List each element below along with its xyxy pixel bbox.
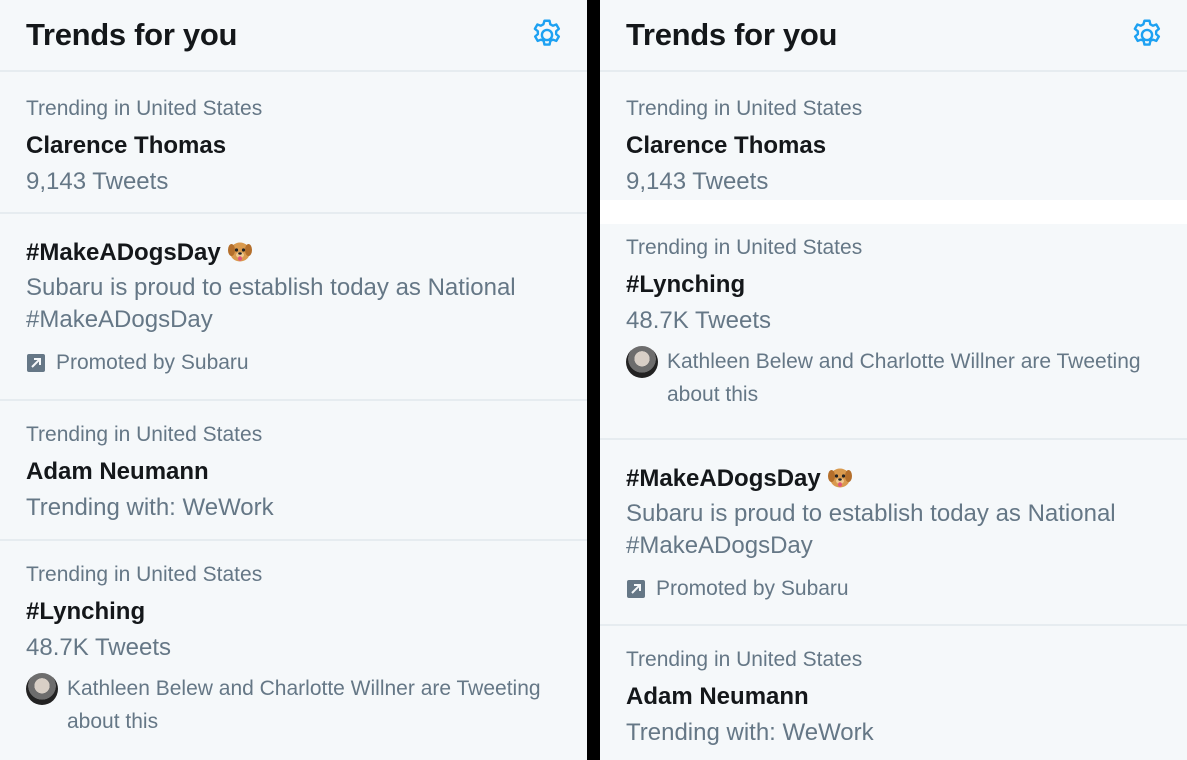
avatar [26, 673, 58, 705]
promoted-trend-item[interactable]: #MakeADogsDay Subaru is proud to establi… [600, 440, 1187, 626]
trends-title: Trends for you [26, 17, 238, 52]
tweeting-text: Kathleen Belew and Charlotte Willner are… [667, 350, 1141, 406]
trend-name: #MakeADogsDay [26, 239, 221, 266]
trend-name: Clarence Thomas [26, 132, 227, 159]
trend-tweet-count: 9,143 Tweets [26, 168, 169, 195]
trend-related: Trending with: WeWork [26, 494, 274, 521]
trend-item[interactable]: Trending in United States #Lynching 48.7… [600, 224, 1187, 440]
trends-panel-right: Trends for you Trending in United States… [600, 0, 1187, 760]
trend-description: Subaru is proud to establish today as Na… [626, 500, 1116, 559]
trend-name: #MakeADogsDay [626, 465, 821, 492]
trends-title: Trends for you [626, 17, 838, 52]
trend-context: Trending in United States [26, 423, 263, 446]
trend-context: Trending in United States [26, 563, 263, 586]
promoted-arrow-icon [27, 354, 45, 372]
trend-context: Trending in United States [26, 97, 263, 120]
promoted-by-text: Promoted by Subaru [56, 351, 249, 374]
trend-item[interactable]: Trending in United States Adam Neumann T… [600, 626, 1187, 760]
trend-tweet-count: 9,143 Tweets [626, 168, 769, 195]
trend-tweet-count: 48.7K Tweets [626, 307, 771, 334]
tweeting-text: Kathleen Belew and Charlotte Willner are… [67, 677, 541, 733]
trend-context: Trending in United States [626, 97, 863, 120]
trend-tweet-count: 48.7K Tweets [26, 634, 171, 661]
tweeting-about: Kathleen Belew and Charlotte Willner are… [626, 346, 1161, 411]
tweeting-about: Kathleen Belew and Charlotte Willner are… [26, 673, 561, 738]
trend-name: Clarence Thomas [626, 132, 827, 159]
trend-item[interactable]: Trending in United States Adam Neumann T… [0, 401, 587, 541]
dog-face-emoji-icon [827, 468, 852, 488]
gear-icon[interactable] [529, 17, 565, 53]
promoted-arrow-icon [627, 580, 645, 598]
trend-item[interactable]: Trending in United States Clarence Thoma… [600, 72, 1187, 200]
promoted-trend-item[interactable]: #MakeADogsDay Subaru is proud to establi… [0, 214, 587, 401]
promoted-label[interactable]: Promoted by Subaru [626, 576, 1161, 602]
trend-name: Adam Neumann [26, 458, 209, 485]
trend-context: Trending in United States [626, 236, 863, 259]
promoted-label[interactable]: Promoted by Subaru [26, 350, 561, 376]
trends-header: Trends for you [600, 0, 1187, 72]
divider [600, 200, 1187, 224]
trends-header: Trends for you [0, 0, 587, 72]
trend-item[interactable]: Trending in United States Clarence Thoma… [0, 72, 587, 214]
trend-description: Subaru is proud to establish today as Na… [26, 274, 516, 333]
avatar [626, 346, 658, 378]
gear-icon[interactable] [1129, 17, 1165, 53]
promoted-by-text: Promoted by Subaru [656, 577, 849, 600]
trend-related: Trending with: WeWork [626, 719, 874, 746]
trend-name: #Lynching [626, 271, 746, 298]
trend-item[interactable]: Trending in United States #Lynching 48.7… [0, 541, 587, 760]
trend-name: Adam Neumann [626, 683, 809, 710]
trend-name: #Lynching [26, 598, 146, 625]
dog-face-emoji-icon [227, 242, 252, 262]
trend-context: Trending in United States [626, 648, 863, 671]
trends-panel-left: Trends for you Trending in United States… [0, 0, 587, 760]
